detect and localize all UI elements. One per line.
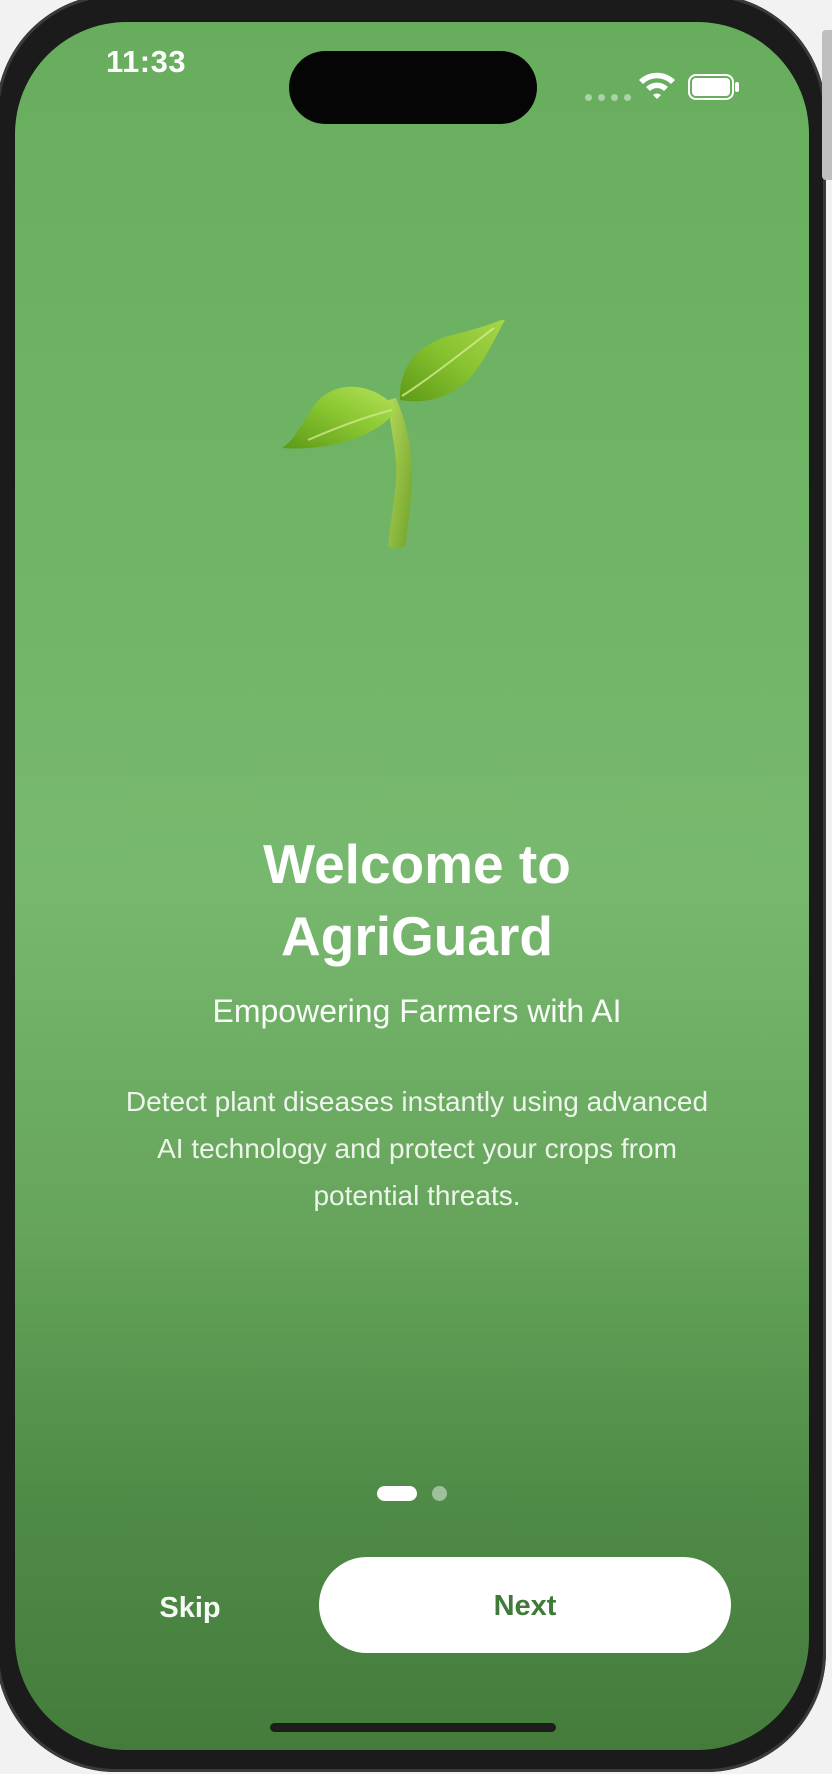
page-indicator[interactable] [377, 1486, 457, 1502]
side-button [822, 30, 832, 180]
status-time: 11:33 [106, 44, 187, 79]
home-indicator [270, 1723, 556, 1732]
battery-icon [688, 74, 739, 100]
phone-device: 11:33 Welcome to AgriGuard Empowering Fa… [0, 0, 832, 1774]
dynamic-island [289, 51, 537, 124]
page-dot-inactive[interactable] [432, 1486, 447, 1501]
cellular-signal-icon [585, 88, 637, 101]
skip-button[interactable]: Skip [140, 1585, 240, 1629]
onboarding-title: Welcome to AgriGuard [263, 833, 571, 967]
onboarding-subtitle: Empowering Farmers with AI [212, 993, 622, 1029]
seedling-icon [282, 320, 505, 549]
page-dot-active[interactable] [377, 1486, 417, 1501]
wifi-icon [639, 72, 675, 99]
onboarding-description: Detect plant diseases instantly using ad… [125, 1086, 709, 1211]
next-button[interactable]: Next [319, 1557, 731, 1653]
